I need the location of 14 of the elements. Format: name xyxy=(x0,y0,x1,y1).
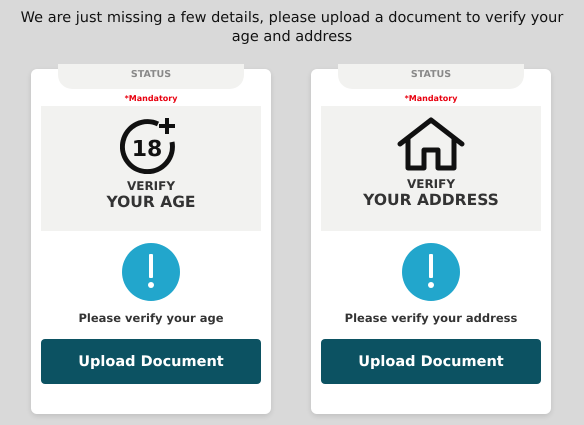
upload-document-button[interactable]: Upload Document xyxy=(321,339,541,384)
verify-label: VERIFY xyxy=(126,179,176,193)
alert-icon xyxy=(402,243,460,301)
mandatory-label: *Mandatory xyxy=(404,94,458,103)
alert-icon xyxy=(122,243,180,301)
mandatory-label: *Mandatory xyxy=(124,94,178,103)
verify-title: YOUR AGE xyxy=(106,193,196,211)
verify-label: VERIFY xyxy=(406,177,456,191)
status-message: Please verify your address xyxy=(344,311,518,325)
verify-title: YOUR ADDRESS xyxy=(363,191,499,209)
intro-text: We are just missing a few details, please upload a document to verify your age and address xyxy=(20,9,564,47)
upload-document-button[interactable]: Upload Document xyxy=(41,339,261,384)
status-message: Please verify your age xyxy=(78,311,224,325)
house-icon xyxy=(396,116,466,172)
